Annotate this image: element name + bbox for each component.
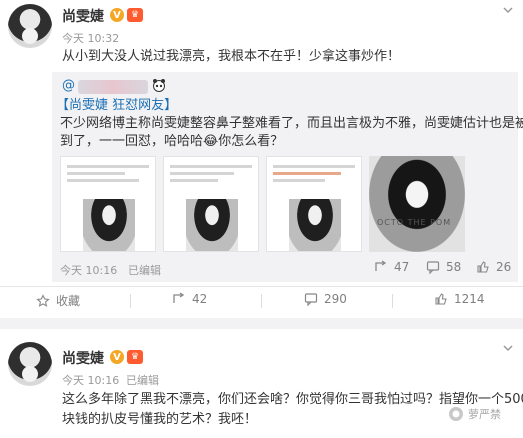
repost-forward-button[interactable]: 47 [374, 260, 409, 274]
forward-icon [375, 260, 387, 271]
comment-icon [304, 293, 318, 306]
repost-forward-count: 47 [394, 260, 410, 274]
repost-like-count: 26 [496, 260, 512, 274]
repost-author-prefix[interactable]: @ [62, 78, 75, 93]
avatar[interactable] [8, 342, 52, 386]
level-badge-icon: ♛ [127, 8, 143, 22]
chevron-down-icon[interactable] [502, 342, 514, 354]
repost-like-button[interactable]: 26 [476, 260, 511, 274]
repost-comment-button[interactable]: 58 [426, 260, 461, 274]
repost-tag[interactable]: 【尚雯婕 狂怼网友】 [56, 96, 177, 116]
repost-edited[interactable]: 已编辑 [128, 262, 161, 278]
repost-card[interactable]: @ 【尚雯婕 狂怼网友】 不少网络博主称尚雯婕整容鼻子整难看了，而且出言极为不雅… [52, 72, 523, 282]
feed-separator [0, 318, 523, 329]
action-separator [130, 294, 131, 308]
repost-comment-count: 58 [446, 260, 462, 274]
level-badge-icon: ♛ [127, 350, 143, 364]
verified-badge-icon: V [110, 350, 124, 364]
repost-body-line2: 到了，一一回怼，哈哈哈😂你怎么看？ [60, 134, 284, 149]
forward-icon [173, 292, 185, 303]
action-bar-divider [0, 286, 523, 287]
repost-time[interactable]: 今天 10:16 [60, 262, 117, 278]
brand-logo-icon [449, 407, 463, 421]
post-time[interactable]: 今天 10:16 [62, 372, 119, 388]
post-edited[interactable]: 已编辑 [126, 372, 159, 388]
repost-button[interactable]: 42 [172, 292, 207, 306]
repost-count: 42 [192, 292, 208, 306]
post-time[interactable]: 今天 10:32 [62, 30, 119, 46]
verified-badge-icon: V [110, 8, 124, 22]
favorite-label: 收藏 [56, 294, 81, 308]
star-icon [36, 293, 50, 307]
post-text-line2: 块钱的扒皮号懂我的艺术？我呸！ [62, 412, 258, 427]
like-button[interactable]: 1214 [434, 292, 485, 306]
thumbs-up-icon [435, 293, 447, 305]
repost-image-2[interactable] [163, 156, 259, 252]
favorite-button[interactable]: 收藏 [36, 292, 80, 309]
comment-count: 290 [324, 292, 347, 306]
comment-icon [426, 261, 440, 274]
action-separator [392, 294, 393, 308]
brand-watermark: 萝严禁 [448, 406, 501, 422]
repost-image-3[interactable] [266, 156, 362, 252]
panda-icon [153, 79, 165, 92]
repost-image-4[interactable]: OCTO THE POM [369, 156, 465, 252]
repost-author-name[interactable] [78, 80, 148, 94]
thumbs-up-icon [477, 261, 489, 273]
post-text: 从小到大没人说过我漂亮，我根本不在乎！少拿这事炒作！ [62, 49, 401, 64]
action-separator [261, 294, 262, 308]
chevron-down-icon[interactable] [502, 4, 514, 16]
username[interactable]: 尚雯婕 [62, 348, 104, 368]
avatar[interactable] [8, 4, 52, 48]
comment-button[interactable]: 290 [304, 292, 347, 306]
repost-body-line1: 不少网络博主称尚雯婕整容鼻子整难看了，而且出言极为不雅，尚雯婕估计也是被气 [60, 116, 523, 131]
repost-image-1[interactable] [60, 156, 156, 252]
image-watermark: OCTO THE POM [377, 218, 452, 227]
like-count: 1214 [454, 292, 485, 306]
username[interactable]: 尚雯婕 [62, 6, 104, 26]
